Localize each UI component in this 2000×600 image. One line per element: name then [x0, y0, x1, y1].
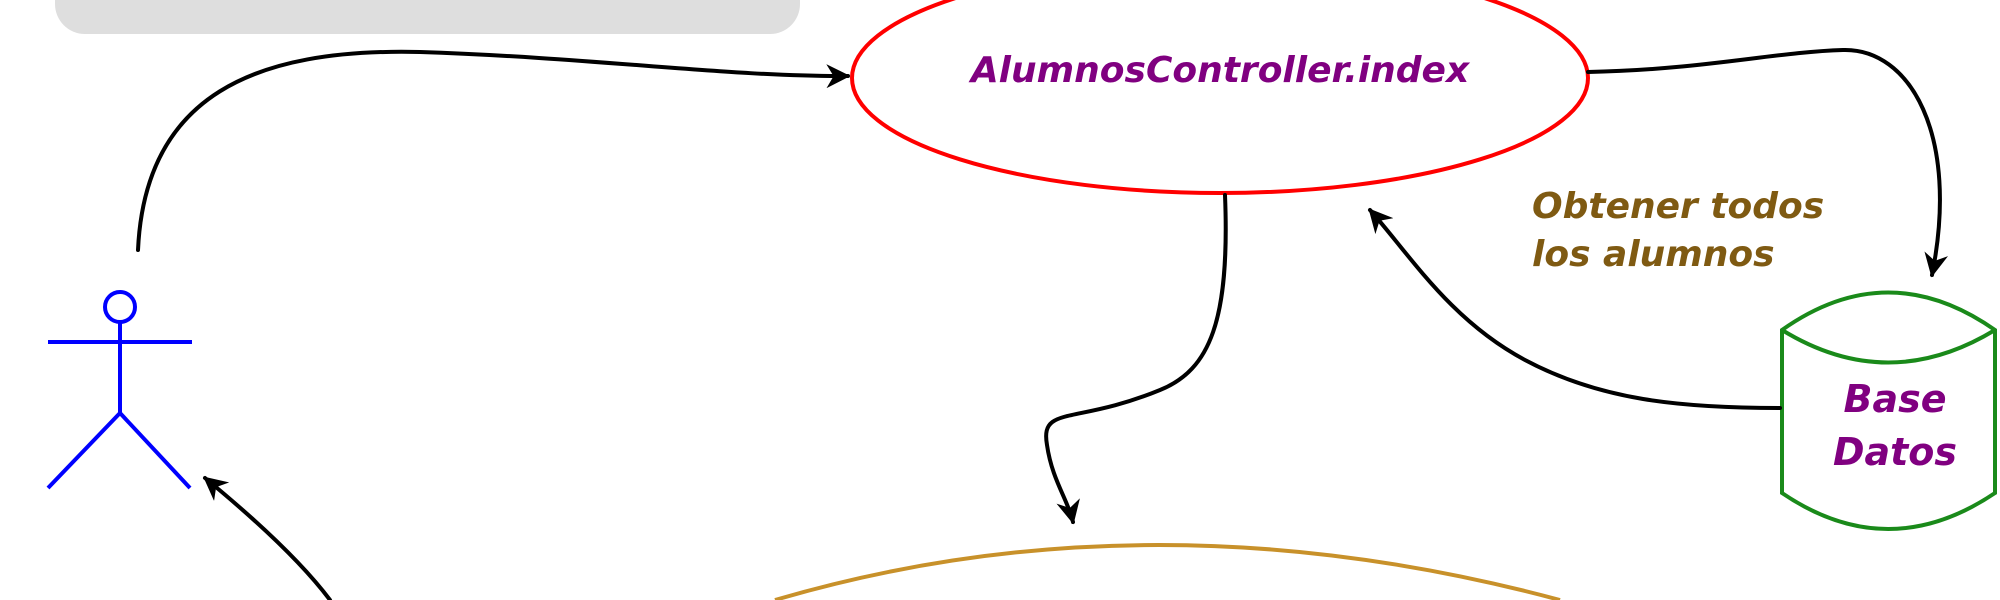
arrow-actor-to-controller — [136, 49, 851, 252]
database-label-line1: Base — [1844, 377, 1947, 421]
top-banner — [55, 0, 800, 34]
db-query-label-line2: los alumnos — [1532, 234, 1775, 275]
arrow-view-to-actor — [203, 476, 332, 600]
diagram-canvas: AlumnosController.index Base Datos Obten… — [46, 0, 1997, 600]
controller-node: AlumnosController.index — [850, 0, 1590, 195]
controller-ellipse — [850, 0, 1590, 195]
controller-label: AlumnosController.index — [968, 50, 1471, 91]
arrow-controller-to-view — [1044, 193, 1228, 525]
database-node: Base Datos — [1780, 290, 1997, 531]
db-query-label-line1: Obtener todos — [1532, 186, 1824, 227]
actor-icon — [46, 290, 192, 490]
view-node-ellipse — [774, 543, 1561, 600]
database-label-line2: Datos — [1833, 430, 1957, 474]
